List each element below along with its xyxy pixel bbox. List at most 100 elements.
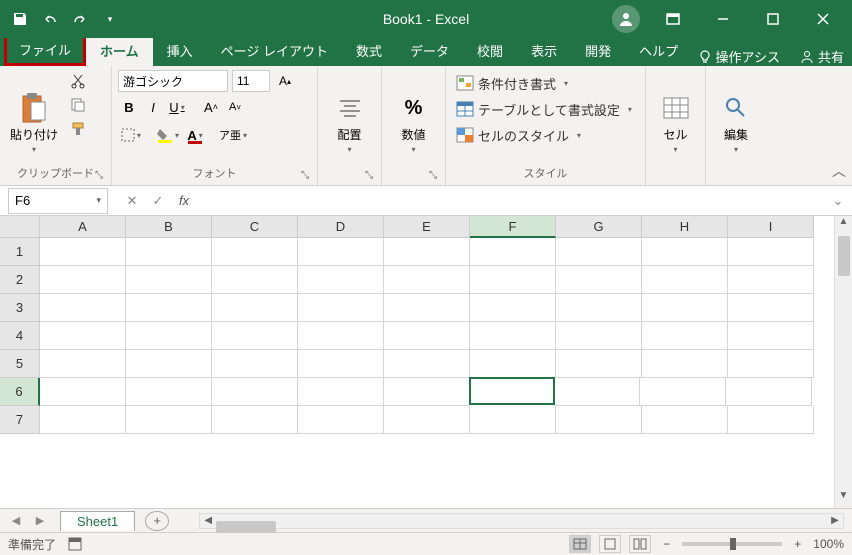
cell[interactable] bbox=[556, 294, 642, 322]
row-header[interactable]: 4 bbox=[0, 322, 40, 350]
cut-icon[interactable] bbox=[66, 70, 90, 92]
tab-help[interactable]: ヘルプ bbox=[625, 35, 692, 66]
page-break-view-icon[interactable] bbox=[629, 535, 651, 553]
formula-input[interactable] bbox=[206, 189, 832, 213]
zoom-slider[interactable] bbox=[682, 542, 782, 546]
conditional-format-button[interactable]: 条件付き書式 bbox=[452, 70, 639, 96]
cell[interactable] bbox=[726, 378, 812, 406]
row-header[interactable]: 3 bbox=[0, 294, 40, 322]
cell[interactable] bbox=[40, 350, 126, 378]
column-header[interactable]: A bbox=[40, 216, 126, 238]
expand-formula-bar-icon[interactable]: ⌄ bbox=[832, 193, 852, 209]
cell[interactable] bbox=[728, 406, 814, 434]
cell[interactable] bbox=[554, 378, 640, 406]
italic-button[interactable]: I bbox=[142, 96, 164, 118]
scroll-right-icon[interactable]: ▶ bbox=[827, 515, 843, 526]
phonetic-icon[interactable]: ア亜 bbox=[216, 124, 250, 146]
borders-icon[interactable] bbox=[118, 124, 144, 146]
cell[interactable] bbox=[642, 238, 728, 266]
font-name-select[interactable] bbox=[118, 70, 228, 92]
cell[interactable] bbox=[40, 294, 126, 322]
cell[interactable] bbox=[470, 238, 556, 266]
cell[interactable] bbox=[126, 238, 212, 266]
new-sheet-button[interactable]: + bbox=[145, 511, 169, 531]
tab-data[interactable]: データ bbox=[396, 35, 463, 66]
cell[interactable] bbox=[640, 378, 726, 406]
scroll-left-icon[interactable]: ◀ bbox=[200, 515, 216, 526]
row-header[interactable]: 5 bbox=[0, 350, 40, 378]
qat-customize-icon[interactable]: ▾ bbox=[96, 5, 124, 33]
cell[interactable] bbox=[470, 406, 556, 434]
cell[interactable] bbox=[556, 406, 642, 434]
cell[interactable] bbox=[298, 294, 384, 322]
cell-styles-button[interactable]: セルのスタイル bbox=[452, 122, 639, 148]
vertical-scrollbar[interactable]: ▲ ▼ bbox=[834, 216, 852, 508]
row-header[interactable]: 7 bbox=[0, 406, 40, 434]
alignment-launcher-icon[interactable]: ⤡ bbox=[365, 170, 373, 181]
copy-icon[interactable] bbox=[66, 94, 90, 116]
cell[interactable] bbox=[642, 266, 728, 294]
column-header[interactable]: H bbox=[642, 216, 728, 238]
cell[interactable] bbox=[126, 350, 212, 378]
cell[interactable] bbox=[470, 266, 556, 294]
cells-button[interactable]: セル ▾ bbox=[656, 70, 696, 158]
cell[interactable] bbox=[728, 266, 814, 294]
collapse-ribbon-icon[interactable]: ︿ bbox=[832, 161, 846, 181]
cell[interactable] bbox=[126, 266, 212, 294]
tab-home[interactable]: ホーム bbox=[86, 35, 153, 66]
normal-view-icon[interactable] bbox=[569, 535, 591, 553]
font-size-select[interactable] bbox=[232, 70, 270, 92]
cell[interactable] bbox=[126, 406, 212, 434]
share-icon[interactable] bbox=[800, 50, 814, 64]
cell[interactable] bbox=[728, 350, 814, 378]
page-layout-view-icon[interactable] bbox=[599, 535, 621, 553]
macro-record-icon[interactable] bbox=[68, 537, 82, 551]
increase-font-icon[interactable]: A▴ bbox=[274, 70, 296, 92]
cell[interactable] bbox=[212, 322, 298, 350]
clipboard-launcher-icon[interactable]: ⤡ bbox=[95, 170, 103, 181]
fill-color-icon[interactable] bbox=[154, 124, 182, 146]
zoom-out-button[interactable]: − bbox=[659, 537, 674, 551]
shrink-font-icon[interactable]: A˅ bbox=[224, 96, 246, 118]
column-header[interactable]: F bbox=[470, 216, 556, 238]
row-header[interactable]: 6 bbox=[0, 378, 40, 406]
cell[interactable] bbox=[728, 238, 814, 266]
minimize-button[interactable] bbox=[700, 4, 746, 34]
vscroll-thumb[interactable] bbox=[838, 236, 850, 276]
cell[interactable] bbox=[384, 322, 470, 350]
cell[interactable] bbox=[556, 350, 642, 378]
column-header[interactable]: E bbox=[384, 216, 470, 238]
editing-button[interactable]: 編集 ▾ bbox=[716, 70, 756, 158]
cell[interactable] bbox=[556, 238, 642, 266]
column-header[interactable]: G bbox=[556, 216, 642, 238]
sheet-nav-next-icon[interactable]: ▶ bbox=[28, 514, 52, 527]
column-header[interactable]: B bbox=[126, 216, 212, 238]
cell[interactable] bbox=[40, 406, 126, 434]
cell[interactable] bbox=[298, 238, 384, 266]
scroll-up-icon[interactable]: ▲ bbox=[835, 216, 852, 234]
cells-area[interactable] bbox=[40, 238, 834, 508]
tell-me[interactable]: 操作アシス bbox=[716, 47, 780, 66]
tab-view[interactable]: 表示 bbox=[517, 35, 571, 66]
insert-function-icon[interactable]: fx bbox=[174, 193, 194, 209]
cell[interactable] bbox=[126, 378, 212, 406]
cell[interactable] bbox=[298, 378, 384, 406]
tab-developer[interactable]: 開発 bbox=[571, 35, 625, 66]
sheet-nav-prev-icon[interactable]: ◀ bbox=[4, 514, 28, 527]
font-color-icon[interactable]: A bbox=[184, 124, 206, 146]
name-box[interactable]: F6▾ bbox=[8, 188, 108, 214]
grow-font-icon[interactable]: A˄ bbox=[200, 96, 222, 118]
column-header[interactable]: D bbox=[298, 216, 384, 238]
cell[interactable] bbox=[556, 266, 642, 294]
cell[interactable] bbox=[384, 378, 470, 406]
row-header[interactable]: 1 bbox=[0, 238, 40, 266]
cell[interactable] bbox=[556, 322, 642, 350]
cell[interactable] bbox=[126, 294, 212, 322]
cell[interactable] bbox=[642, 294, 728, 322]
cell[interactable] bbox=[642, 322, 728, 350]
cell[interactable] bbox=[470, 350, 556, 378]
scroll-down-icon[interactable]: ▼ bbox=[835, 490, 852, 508]
cell[interactable] bbox=[642, 350, 728, 378]
font-launcher-icon[interactable]: ⤡ bbox=[301, 170, 309, 181]
column-header[interactable]: I bbox=[728, 216, 814, 238]
